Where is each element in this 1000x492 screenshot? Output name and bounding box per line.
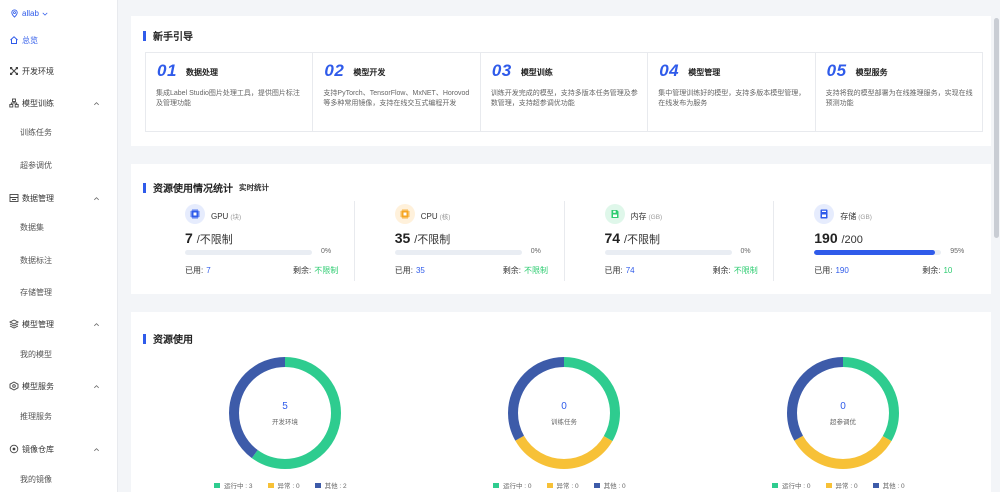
- storage-icon: [814, 204, 835, 224]
- donut-label: 开发环境: [272, 418, 298, 426]
- chevron-down-icon: [42, 12, 48, 16]
- guide-card-model-training[interactable]: 03 模型训练 训练开发完成的模型，支持多版本任务管理及参数管理，支持超参调优功…: [481, 53, 649, 131]
- chevron-up-icon[interactable]: [93, 446, 100, 453]
- legend-error[interactable]: 异常 : 0: [825, 480, 858, 490]
- chevron-up-icon[interactable]: [93, 100, 100, 107]
- home-icon: [9, 35, 19, 45]
- legend-error[interactable]: 异常 : 0: [267, 480, 300, 490]
- storage-progress-bar: [814, 250, 942, 255]
- legend-other[interactable]: 其他 : 0: [593, 480, 626, 490]
- donut-value: 0: [840, 400, 846, 412]
- chevron-up-icon[interactable]: [93, 383, 100, 390]
- sidebar-item-label: 总览: [22, 35, 38, 45]
- legend-hyperparam: 运行中 : 0 异常 : 0 其他 : 0: [772, 480, 905, 490]
- workspace-name: allab: [22, 9, 39, 18]
- sidebar-item-label: 模型服务: [22, 381, 54, 391]
- guide-card-data-processing[interactable]: 01 数据处理 集成Label Studio图片处理工具，提供图片标注及管理功能: [146, 53, 314, 131]
- donut-label: 超参调优: [830, 418, 856, 426]
- resource-stats-row: GPU (块) 7 /不限制 0% 已用: 7 剩余: 不限制 CPU (核) 35 /…: [145, 201, 983, 281]
- donut-dev-env: 5 开发环境: [228, 356, 342, 470]
- resource-stats-title: 资源使用情况统计 实时统计: [143, 180, 269, 195]
- cpu-icon: [394, 204, 415, 224]
- train-icon: [9, 98, 19, 108]
- sidebar-item-label: 模型管理: [22, 319, 54, 329]
- legend-running[interactable]: 运行中 : 0: [772, 480, 811, 490]
- guide-card-model-service[interactable]: 05 模型服务 支持将我的模型部署为在线推理服务，实现在线预测功能: [816, 53, 982, 131]
- title-accent: [143, 333, 146, 344]
- sidebar-item-training-jobs[interactable]: 训练任务: [20, 127, 52, 138]
- main-content: 新手引导 01 数据处理 集成Label Studio图片处理工具，提供图片标注…: [119, 0, 991, 492]
- sidebar-item-label: 数据管理: [22, 193, 54, 203]
- sidebar-item-dev-env[interactable]: 开发环境: [0, 65, 118, 77]
- dev-env-icon: [9, 66, 19, 76]
- model-icon: [9, 319, 19, 329]
- chevron-up-icon[interactable]: [93, 195, 100, 202]
- resource-memory: 内存 (GB) 74 /不限制 0% 已用: 74 剩余: 不限制: [565, 201, 775, 281]
- sidebar-item-hyperparam-tuning[interactable]: 超参调优: [20, 160, 52, 171]
- sidebar-item-inference-service[interactable]: 推理服务: [20, 411, 52, 422]
- chevron-up-icon[interactable]: [93, 321, 100, 328]
- sidebar-item-model-training[interactable]: 模型训练: [0, 97, 118, 109]
- sidebar-item-model-management[interactable]: 模型管理: [0, 318, 118, 330]
- sidebar-item-datasets[interactable]: 数据集: [20, 222, 44, 233]
- image-repo-icon: [9, 444, 19, 454]
- sidebar-item-my-models[interactable]: 我的模型: [20, 349, 52, 360]
- legend-dev-env: 运行中 : 3 异常 : 0 其他 : 2: [214, 480, 347, 490]
- service-icon: [9, 381, 19, 391]
- resource-stats-panel: 资源使用情况统计 实时统计 GPU (块) 7 /不限制 0% 已用: 7 剩余: 不…: [131, 164, 991, 294]
- donut-training-jobs: 0 训练任务: [507, 356, 621, 470]
- guide-cards: 01 数据处理 集成Label Studio图片处理工具，提供图片标注及管理功能…: [145, 52, 983, 132]
- sidebar-item-label: 镜像仓库: [22, 444, 54, 454]
- resource-storage: 存储 (GB) 190 /200 95% 已用: 190 剩余: 10: [774, 201, 983, 281]
- sidebar-item-storage[interactable]: 存储管理: [20, 287, 52, 298]
- title-accent: [143, 30, 146, 41]
- sidebar-item-model-service[interactable]: 模型服务: [0, 380, 118, 392]
- guide-panel: 新手引导 01 数据处理 集成Label Studio图片处理工具，提供图片标注…: [131, 16, 991, 146]
- memory-progress-bar: [604, 250, 732, 255]
- legend-training-jobs: 运行中 : 0 异常 : 0 其他 : 0: [493, 480, 626, 490]
- legend-other[interactable]: 其他 : 0: [872, 480, 905, 490]
- location-pin-icon: [11, 9, 18, 18]
- guide-title: 新手引导: [143, 28, 193, 43]
- sidebar-item-label: 模型训练: [22, 98, 54, 108]
- donut-hyperparam: 0 超参调优: [786, 356, 900, 470]
- resource-gpu: GPU (块) 7 /不限制 0% 已用: 7 剩余: 不限制: [145, 201, 355, 281]
- sidebar-item-data-labeling[interactable]: 数据标注: [20, 255, 52, 266]
- cpu-progress-bar: [394, 250, 522, 255]
- legend-running[interactable]: 运行中 : 3: [214, 480, 253, 490]
- donut-value: 0: [561, 400, 567, 412]
- memory-icon: [604, 204, 625, 224]
- resource-usage-title: 资源使用: [143, 331, 193, 346]
- donut-value: 5: [282, 400, 288, 412]
- sidebar: allab 总览 开发环境 模型训练 训练任务 超参调优 数据管理 数据集 数据…: [0, 0, 118, 492]
- legend-other[interactable]: 其他 : 2: [314, 480, 347, 490]
- sidebar-item-data-management[interactable]: 数据管理: [0, 192, 118, 204]
- resource-cpu: CPU (核) 35 /不限制 0% 已用: 35 剩余: 不限制: [355, 201, 565, 281]
- legend-error[interactable]: 异常 : 0: [546, 480, 579, 490]
- legend-running[interactable]: 运行中 : 0: [493, 480, 532, 490]
- data-icon: [9, 193, 19, 203]
- scrollbar-thumb[interactable]: [994, 18, 999, 238]
- sidebar-item-overview[interactable]: 总览: [0, 34, 118, 46]
- scrollbar[interactable]: [993, 0, 1000, 492]
- resource-usage-panel: 资源使用 5 开发环境 运行中 : 3 异常 : 0 其他 : 2 0 训练任务…: [131, 312, 991, 492]
- donut-label: 训练任务: [551, 418, 577, 426]
- sidebar-item-image-repo[interactable]: 镜像仓库: [0, 443, 118, 455]
- sidebar-item-my-images[interactable]: 我的镜像: [20, 474, 52, 485]
- workspace-selector[interactable]: allab: [10, 9, 48, 18]
- guide-card-model-management[interactable]: 04 模型管理 集中管理训练好的模型，支持多版本模型管理，在线发布为服务: [648, 53, 816, 131]
- sidebar-item-label: 开发环境: [22, 66, 54, 76]
- guide-card-model-dev[interactable]: 02 模型开发 支持PyTorch、TensorFlow、MxNET、Horov…: [313, 53, 481, 131]
- gpu-progress-bar: [185, 250, 312, 255]
- title-accent: [143, 182, 146, 193]
- gpu-icon: [185, 204, 205, 224]
